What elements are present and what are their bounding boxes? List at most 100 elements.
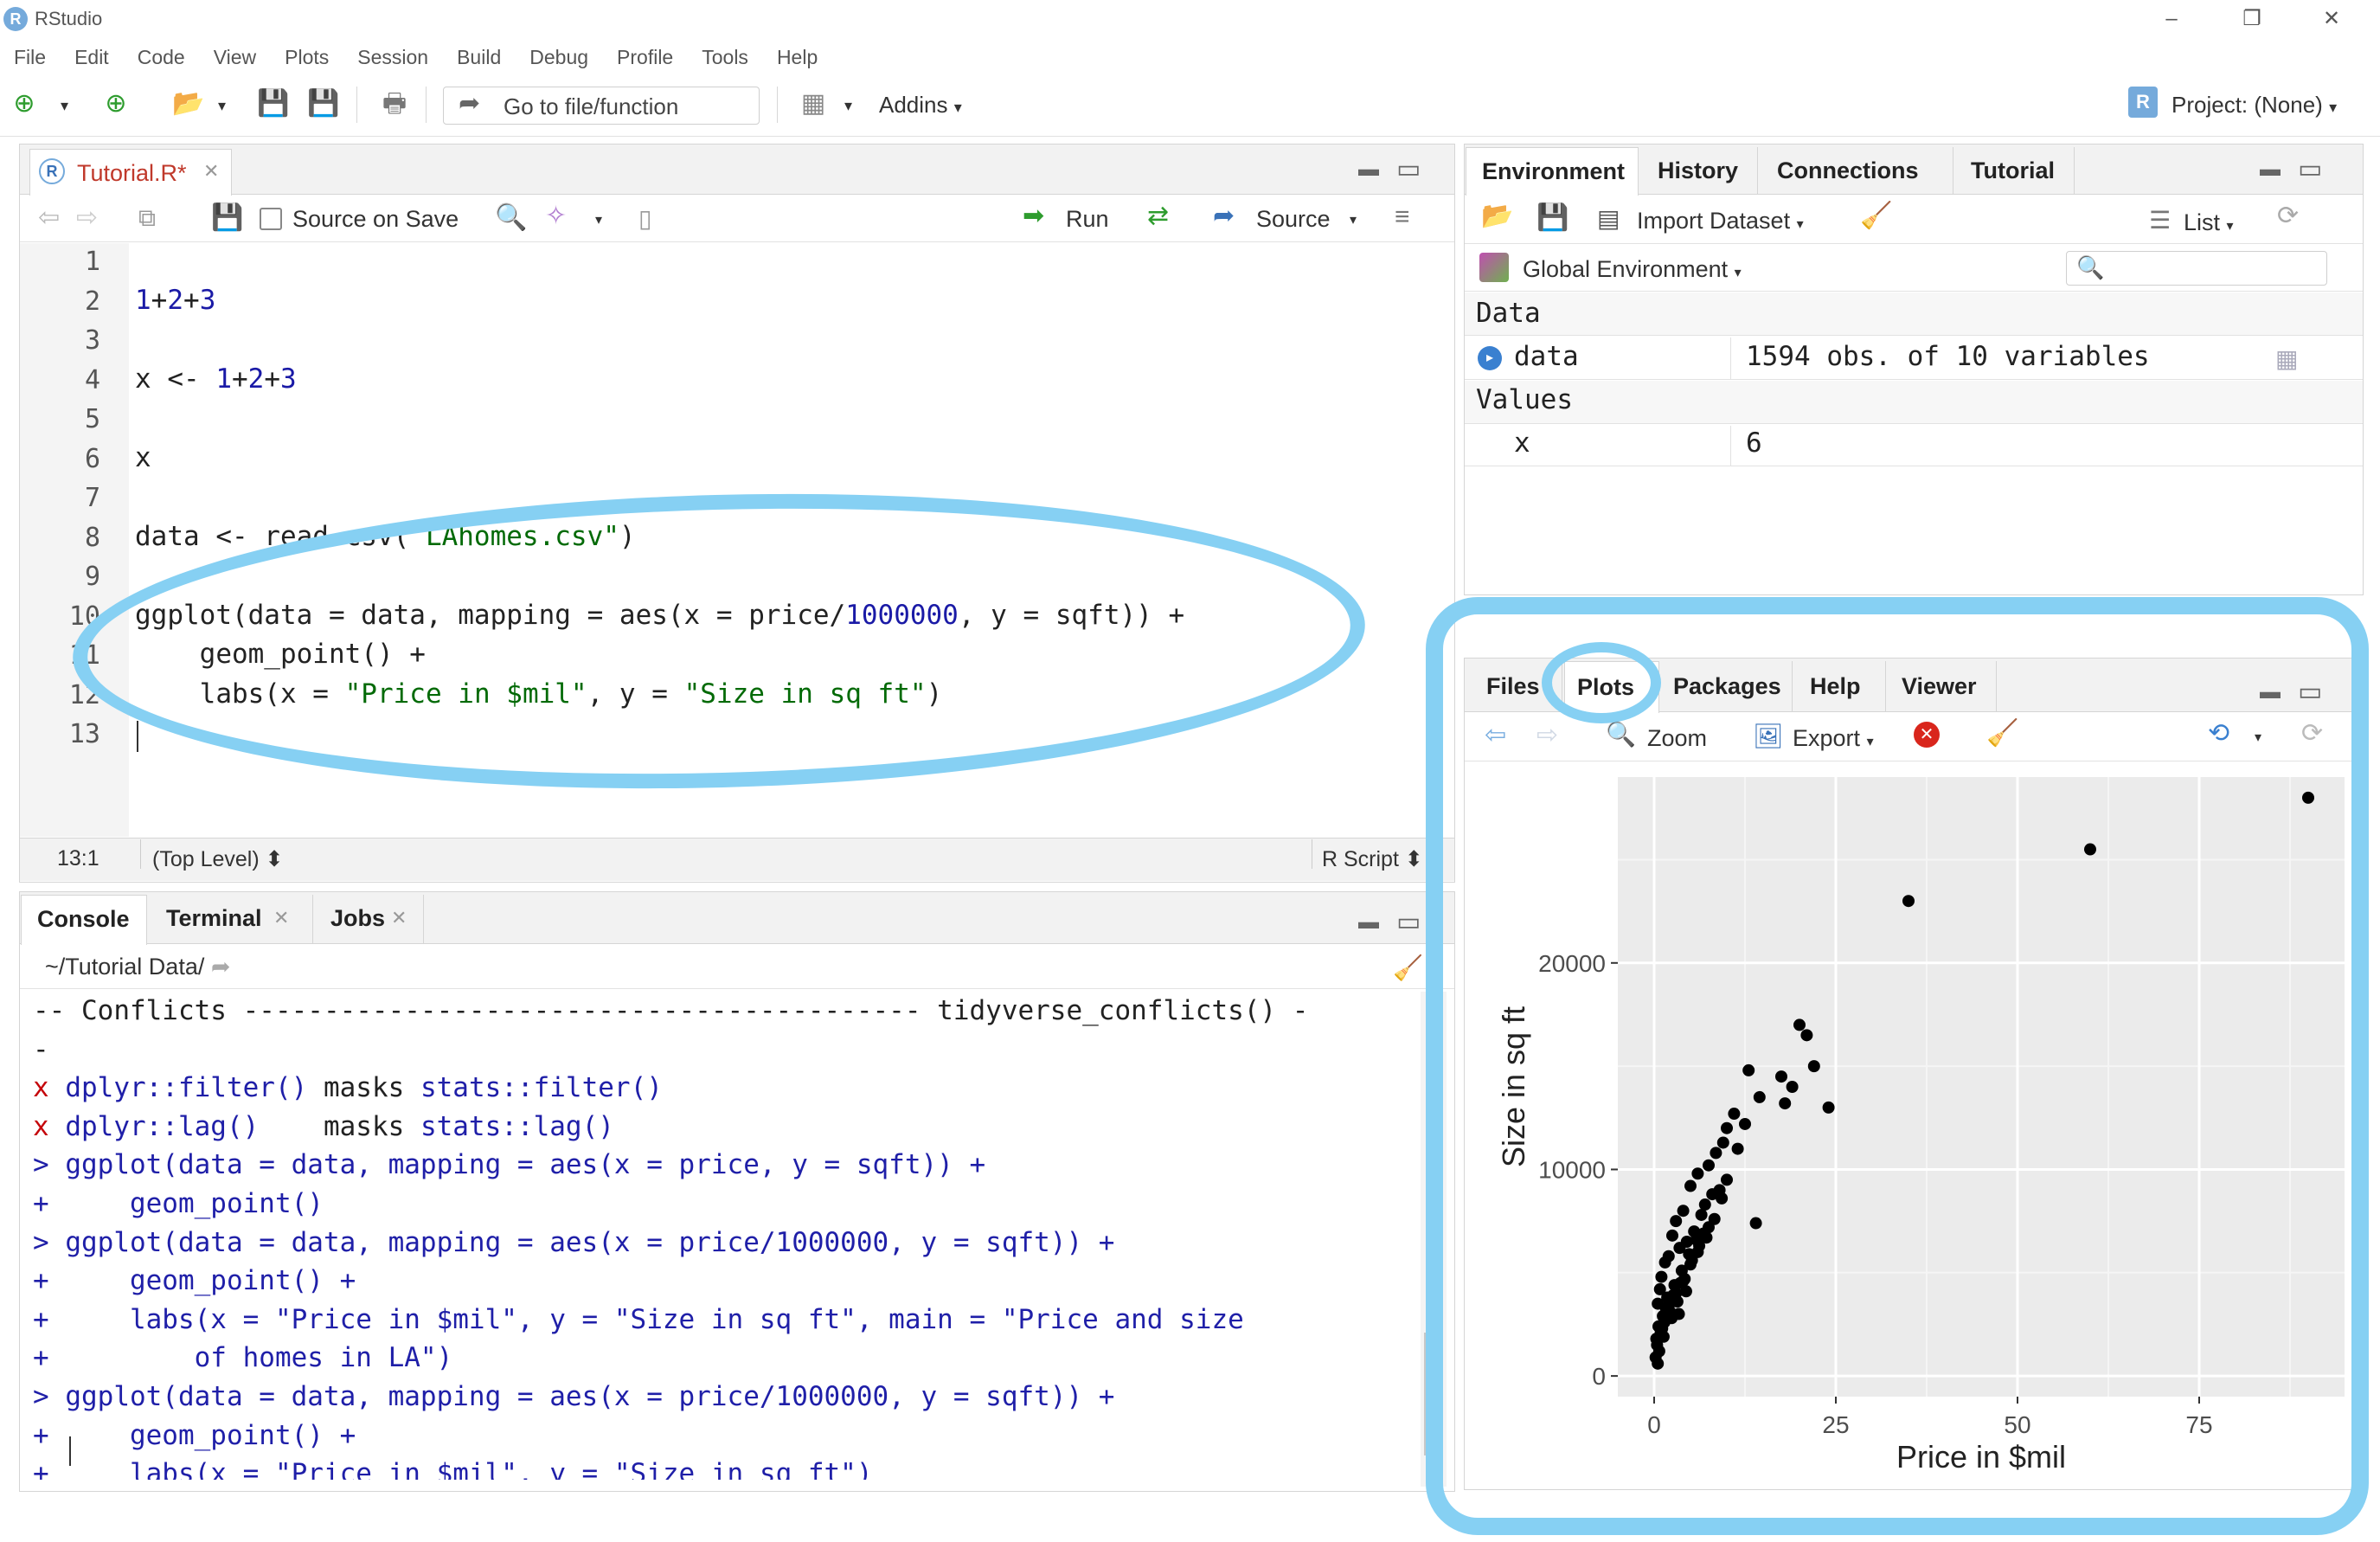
new-file-dropdown-icon[interactable]: ▾ xyxy=(61,97,68,115)
values-section-label: Values xyxy=(1476,384,1573,415)
tab-console-label: Console xyxy=(37,906,130,932)
env-maximize-icon[interactable]: ▭ xyxy=(2298,154,2322,184)
values-section-header xyxy=(1465,381,2363,424)
tab-jobs[interactable]: Jobs ✕ xyxy=(315,895,424,943)
open-folder-icon[interactable]: 📂 xyxy=(170,87,208,121)
compile-notebook-icon[interactable]: ▯ xyxy=(638,204,651,233)
menu-view[interactable]: View xyxy=(214,46,256,69)
tab-terminal-label: Terminal xyxy=(166,905,262,931)
menu-edit[interactable]: Edit xyxy=(74,46,109,69)
clear-console-icon[interactable]: 🧹 xyxy=(1393,954,1423,982)
line-number: 4 xyxy=(84,364,100,395)
environment-search-input[interactable] xyxy=(2066,251,2327,286)
outline-icon[interactable]: ≡ xyxy=(1395,202,1410,232)
tab-environment[interactable]: Environment xyxy=(1466,147,1639,196)
env-x-name: x xyxy=(1514,427,1530,459)
env-minimize-icon[interactable]: ▬ xyxy=(2260,157,2281,182)
menu-debug[interactable]: Debug xyxy=(529,46,588,69)
back-arrow-icon[interactable]: ⇦ xyxy=(38,202,60,233)
toolbar-separator xyxy=(426,87,427,123)
menu-tools[interactable]: Tools xyxy=(702,46,748,69)
import-dataset-label: Import Dataset xyxy=(1637,208,1791,234)
source-on-save-checkbox[interactable] xyxy=(260,208,282,230)
menu-profile[interactable]: Profile xyxy=(617,46,673,69)
global-env-icon xyxy=(1479,253,1509,282)
close-tab-icon[interactable]: ✕ xyxy=(203,160,219,183)
menu-session[interactable]: Session xyxy=(357,46,428,69)
tab-history[interactable]: History xyxy=(1640,147,1758,194)
code-tools-wand-icon[interactable]: ✧ xyxy=(545,201,567,231)
env-row-x[interactable] xyxy=(1465,425,2363,466)
addins-menu[interactable]: Addins ▾ xyxy=(879,92,962,119)
import-dataset-button[interactable]: Import Dataset ▾ xyxy=(1637,208,1804,235)
save-all-icon[interactable]: 💾 xyxy=(305,87,343,121)
global-environment-selector[interactable]: Global Environment ▾ xyxy=(1523,256,1742,283)
print-icon[interactable]: 🖶 xyxy=(375,87,414,121)
tab-connections-label: Connections xyxy=(1777,157,1919,183)
editor-tab[interactable]: R Tutorial.R* ✕ xyxy=(29,149,232,196)
minimize-button[interactable]: – xyxy=(2141,3,2202,35)
scope-dropdown-icon: ▾ xyxy=(1734,266,1742,280)
refresh-environment-icon[interactable]: ⟳ xyxy=(2277,201,2299,231)
console-line: + geom_point() xyxy=(33,1188,324,1219)
tab-tutorial[interactable]: Tutorial xyxy=(1955,147,2075,194)
console-path[interactable]: ~/Tutorial Data/ ➦ xyxy=(45,954,230,980)
wand-dropdown-icon[interactable]: ▾ xyxy=(595,211,602,228)
minimize-pane-icon[interactable]: ▬ xyxy=(1358,157,1379,182)
menu-file[interactable]: File xyxy=(14,46,46,69)
console-minimize-icon[interactable]: ▬ xyxy=(1358,910,1379,935)
restore-button[interactable]: ❐ xyxy=(2222,3,2282,35)
load-workspace-icon[interactable]: 📂 xyxy=(1481,201,1513,231)
console-header-divider xyxy=(20,988,1454,989)
view-data-grid-icon[interactable]: ▦ xyxy=(2275,344,2298,373)
env-data-value: 1594 obs. of 10 variables xyxy=(1746,341,2150,372)
save-workspace-icon[interactable]: 💾 xyxy=(1536,202,1568,233)
forward-arrow-icon[interactable]: ⇨ xyxy=(76,202,98,233)
tab-connections[interactable]: Connections xyxy=(1760,147,1953,194)
clear-objects-broom-icon[interactable]: 🧹 xyxy=(1860,201,1892,231)
project-menu[interactable]: Project: (None) ▾ xyxy=(2172,92,2337,119)
expand-data-icon[interactable]: ▸ xyxy=(1478,346,1502,370)
list-dropdown-icon: ▾ xyxy=(2226,219,2234,234)
tab-terminal[interactable]: Terminal ✕ xyxy=(149,895,313,943)
menu-bar: File Edit Code View Plots Session Build … xyxy=(0,38,2380,76)
save-icon[interactable]: 💾 xyxy=(254,87,292,121)
new-project-icon[interactable]: ⊕ xyxy=(97,87,135,121)
console-output[interactable]: -- Conflicts ---------------------------… xyxy=(33,995,1417,1480)
scope-selector[interactable]: (Top Level) ⬍ xyxy=(152,846,284,872)
rstudio-logo-icon: R xyxy=(3,7,28,31)
console-line: + geom_point() + xyxy=(33,1265,356,1297)
close-window-button[interactable]: ✕ xyxy=(2301,3,2362,35)
env-column-divider xyxy=(1730,337,1731,379)
tab-console[interactable]: Console xyxy=(21,895,147,945)
source-tabstrip xyxy=(20,145,1454,195)
source-dropdown-icon[interactable]: ▾ xyxy=(1350,211,1357,228)
console-line: + geom_point() + xyxy=(33,1419,356,1451)
layout-dropdown-icon[interactable]: ▾ xyxy=(844,97,852,115)
pane-layout-icon[interactable]: ▦ xyxy=(794,87,832,121)
find-icon[interactable]: 🔍 xyxy=(495,202,527,233)
editor-save-icon[interactable]: 💾 xyxy=(211,202,243,233)
console-maximize-icon[interactable]: ▭ xyxy=(1396,907,1421,937)
import-dataset-icon: ▤ xyxy=(1597,205,1620,232)
menu-help[interactable]: Help xyxy=(777,46,818,69)
menu-build[interactable]: Build xyxy=(457,46,501,69)
source-button[interactable]: Source xyxy=(1256,206,1331,233)
file-type-label: R Script xyxy=(1322,847,1399,871)
show-in-window-icon[interactable]: ⧉ xyxy=(138,204,156,233)
new-file-icon[interactable]: ⊕ xyxy=(5,87,43,121)
menu-plots[interactable]: Plots xyxy=(285,46,329,69)
run-button[interactable]: Run xyxy=(1066,206,1109,233)
close-jobs-icon[interactable]: ✕ xyxy=(391,907,407,929)
open-dropdown-icon[interactable]: ▾ xyxy=(218,97,226,115)
close-terminal-icon[interactable]: ✕ xyxy=(273,907,289,929)
file-type-selector[interactable]: R Script ⬍ xyxy=(1322,846,1423,872)
source-on-save-label: Source on Save xyxy=(292,206,459,232)
list-view-selector[interactable]: List ▾ xyxy=(2184,209,2234,236)
goto-arrow-icon: ➦ xyxy=(459,89,481,118)
project-icon[interactable]: R xyxy=(2128,87,2158,118)
maximize-pane-icon[interactable]: ▭ xyxy=(1396,154,1421,184)
rerun-icon[interactable]: ⇄ xyxy=(1147,201,1169,231)
status-separator xyxy=(140,839,141,869)
menu-code[interactable]: Code xyxy=(138,46,185,69)
